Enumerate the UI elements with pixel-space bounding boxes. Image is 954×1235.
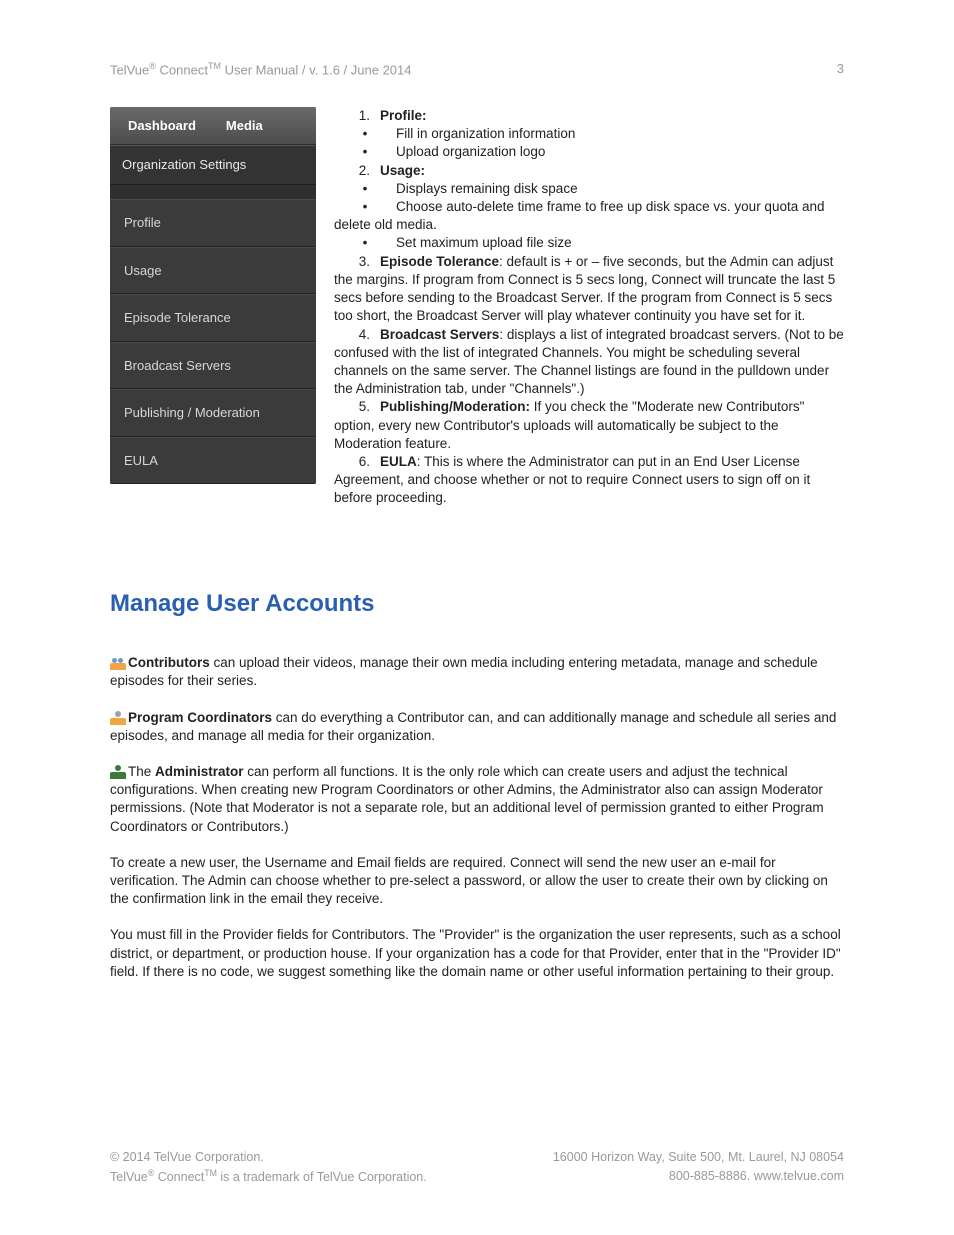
- item-publishing-moderation: 5.Publishing/Moderation: If you check th…: [334, 398, 844, 453]
- list-number: 6.: [334, 453, 380, 471]
- header-brand: TelVue: [110, 62, 149, 77]
- bullet-icon: •: [334, 125, 396, 143]
- page-header: TelVue® ConnectTM User Manual / v. 1.6 /…: [110, 60, 844, 79]
- usage-bullet-2: Choose auto-delete time frame to free up…: [334, 199, 825, 232]
- profile-bullet-2: Upload organization logo: [396, 143, 545, 161]
- sidebar-tab-dashboard: Dashboard: [128, 117, 196, 135]
- usage-bullet-3: Set maximum upload file size: [396, 234, 572, 252]
- footer-trademark: TelVue® ConnectTM is a trademark of TelV…: [110, 1167, 427, 1187]
- role-admin-pre: The: [128, 764, 155, 779]
- footer-contact: 800-885-8886. www.telvue.com: [553, 1167, 844, 1186]
- item-publishing-moderation-label: Publishing/Moderation:: [380, 399, 530, 414]
- item-episode-tolerance: 3.Episode Tolerance: default is + or – f…: [334, 253, 844, 326]
- footer-brand: TelVue: [110, 1170, 148, 1184]
- item-eula-label: EULA: [380, 454, 417, 469]
- sidebar-item-profile: Profile: [110, 199, 316, 247]
- item-broadcast-servers: 4.Broadcast Servers: displays a list of …: [334, 326, 844, 399]
- registered-mark: ®: [149, 61, 156, 71]
- list-number: 3.: [334, 253, 380, 271]
- sidebar-item-publishing-moderation: Publishing / Moderation: [110, 389, 316, 437]
- bullet-icon: •: [334, 234, 396, 252]
- item-broadcast-servers-label: Broadcast Servers: [380, 327, 499, 342]
- sidebar-item-usage: Usage: [110, 247, 316, 295]
- trademark-mark: TM: [204, 1168, 217, 1178]
- usage-bullet-2-wrap: •Choose auto-delete time frame to free u…: [334, 198, 844, 234]
- sidebar-tab-media: Media: [226, 117, 263, 135]
- page-footer: © 2014 TelVue Corporation. TelVue® Conne…: [110, 1148, 844, 1187]
- footer-copyright: © 2014 TelVue Corporation.: [110, 1148, 427, 1167]
- footer-trademark-text: is a trademark of TelVue Corporation.: [217, 1170, 427, 1184]
- sidebar-item-episode-tolerance: Episode Tolerance: [110, 294, 316, 342]
- item-profile-label: Profile:: [380, 108, 427, 123]
- item-episode-tolerance-label: Episode Tolerance: [380, 254, 499, 269]
- footer-phone: 800-885-8886.: [669, 1169, 754, 1183]
- list-number: 2.: [334, 162, 380, 180]
- provider-paragraph: You must fill in the Provider fields for…: [110, 926, 844, 981]
- sidebar-item-eula: EULA: [110, 437, 316, 485]
- program-coordinator-icon: [110, 711, 126, 725]
- sidebar-screenshot: Dashboard Media Organization Settings Pr…: [110, 107, 316, 508]
- bullet-icon: •: [334, 180, 396, 198]
- role-pc-label: Program Coordinators: [128, 710, 272, 725]
- sidebar-section-heading: Organization Settings: [110, 145, 316, 185]
- contributors-icon: [110, 656, 126, 670]
- sidebar-item-broadcast-servers: Broadcast Servers: [110, 342, 316, 390]
- header-product: Connect: [156, 62, 208, 77]
- header-version: User Manual / v. 1.6 / June 2014: [221, 62, 412, 77]
- item-eula: 6.EULA: This is where the Administrator …: [334, 453, 844, 508]
- role-contributors-label: Contributors: [128, 655, 210, 670]
- role-admin-label: Administrator: [155, 764, 244, 779]
- list-number: 1.: [334, 107, 380, 125]
- trademark-mark: TM: [208, 61, 221, 71]
- list-number: 5.: [334, 398, 380, 416]
- role-contributors: Contributors can upload their videos, ma…: [110, 654, 844, 690]
- footer-address: 16000 Horizon Way, Suite 500, Mt. Laurel…: [553, 1148, 844, 1167]
- create-user-paragraph: To create a new user, the Username and E…: [110, 854, 844, 909]
- page-number: 3: [837, 60, 844, 79]
- footer-website-link[interactable]: www.telvue.com: [754, 1169, 844, 1183]
- footer-product: Connect: [154, 1170, 204, 1184]
- section-manage-user-accounts: Manage User Accounts: [110, 588, 844, 620]
- role-contributors-text: can upload their videos, manage their ow…: [110, 655, 818, 688]
- header-title: TelVue® ConnectTM User Manual / v. 1.6 /…: [110, 60, 412, 79]
- list-number: 4.: [334, 326, 380, 344]
- item-usage-label: Usage:: [380, 163, 425, 178]
- role-program-coordinators: Program Coordinators can do everything a…: [110, 709, 844, 745]
- bullet-icon: •: [334, 143, 396, 161]
- usage-bullet-1: Displays remaining disk space: [396, 180, 578, 198]
- role-administrator: The Administrator can perform all functi…: [110, 763, 844, 836]
- administrator-icon: [110, 765, 126, 779]
- settings-description-list: 1. Profile: •Fill in organization inform…: [334, 107, 844, 508]
- profile-bullet-1: Fill in organization information: [396, 125, 575, 143]
